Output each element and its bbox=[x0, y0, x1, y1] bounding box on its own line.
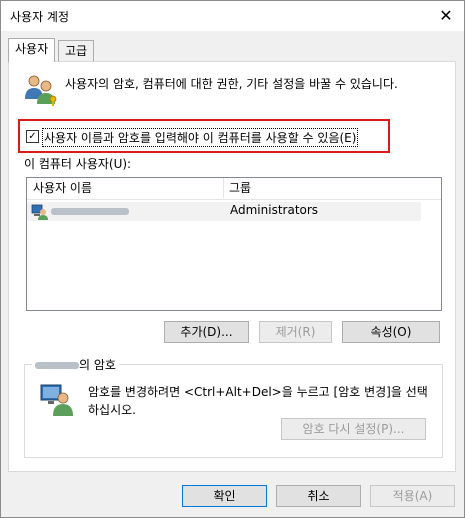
header-divider bbox=[27, 199, 441, 200]
users-list[interactable]: 사용자 이름 그룹 Administrators bbox=[26, 177, 442, 311]
password-group-title: 의 암호 bbox=[32, 356, 119, 373]
require-login-checkbox[interactable]: ✓ bbox=[26, 130, 39, 143]
redacted-username bbox=[51, 208, 129, 215]
column-divider bbox=[223, 178, 224, 198]
redacted-username bbox=[35, 362, 79, 369]
window-title: 사용자 계정 bbox=[10, 10, 70, 24]
password-group-title-suffix: 의 암호 bbox=[79, 358, 116, 372]
remove-user-button[interactable]: 제거(R) bbox=[259, 321, 332, 343]
apply-button[interactable]: 적용(A) bbox=[370, 485, 455, 507]
properties-button[interactable]: 속성(O) bbox=[342, 321, 440, 343]
add-user-button[interactable]: 추가(D)... bbox=[164, 321, 249, 343]
user-icon bbox=[31, 204, 48, 220]
column-header-group[interactable]: 그룹 bbox=[229, 178, 251, 198]
reset-password-button[interactable]: 암호 다시 설정(P)... bbox=[281, 418, 426, 440]
require-login-label[interactable]: 사용자 이름과 암호를 입력해야 이 컴퓨터를 사용할 수 있음(E) bbox=[42, 128, 359, 147]
tab-advanced[interactable]: 고급 bbox=[58, 40, 95, 61]
close-icon[interactable]: ✕ bbox=[429, 2, 463, 30]
password-icon bbox=[40, 384, 73, 416]
users-icon bbox=[25, 75, 57, 106]
table-row[interactable]: Administrators bbox=[27, 202, 421, 221]
column-header-username[interactable]: 사용자 이름 bbox=[33, 178, 92, 198]
ok-button[interactable]: 확인 bbox=[182, 485, 267, 507]
tab-users[interactable]: 사용자 bbox=[8, 38, 56, 62]
description-text: 사용자의 암호, 컴퓨터에 대한 권한, 기타 설정을 바꿀 수 있습니다. bbox=[65, 77, 398, 91]
title-bar: 사용자 계정 ✕ bbox=[1, 1, 464, 31]
password-instructions: 암호를 변경하려면 <Ctrl+Alt+Del>을 누르고 [암호 변경]을 선… bbox=[88, 385, 428, 417]
group-cell: Administrators bbox=[230, 203, 319, 217]
users-list-label: 이 컴퓨터 사용자(U): bbox=[24, 157, 132, 171]
require-login-highlight: ✓ 사용자 이름과 암호를 입력해야 이 컴퓨터를 사용할 수 있음(E) bbox=[18, 119, 390, 153]
cancel-button[interactable]: 취소 bbox=[276, 485, 361, 507]
